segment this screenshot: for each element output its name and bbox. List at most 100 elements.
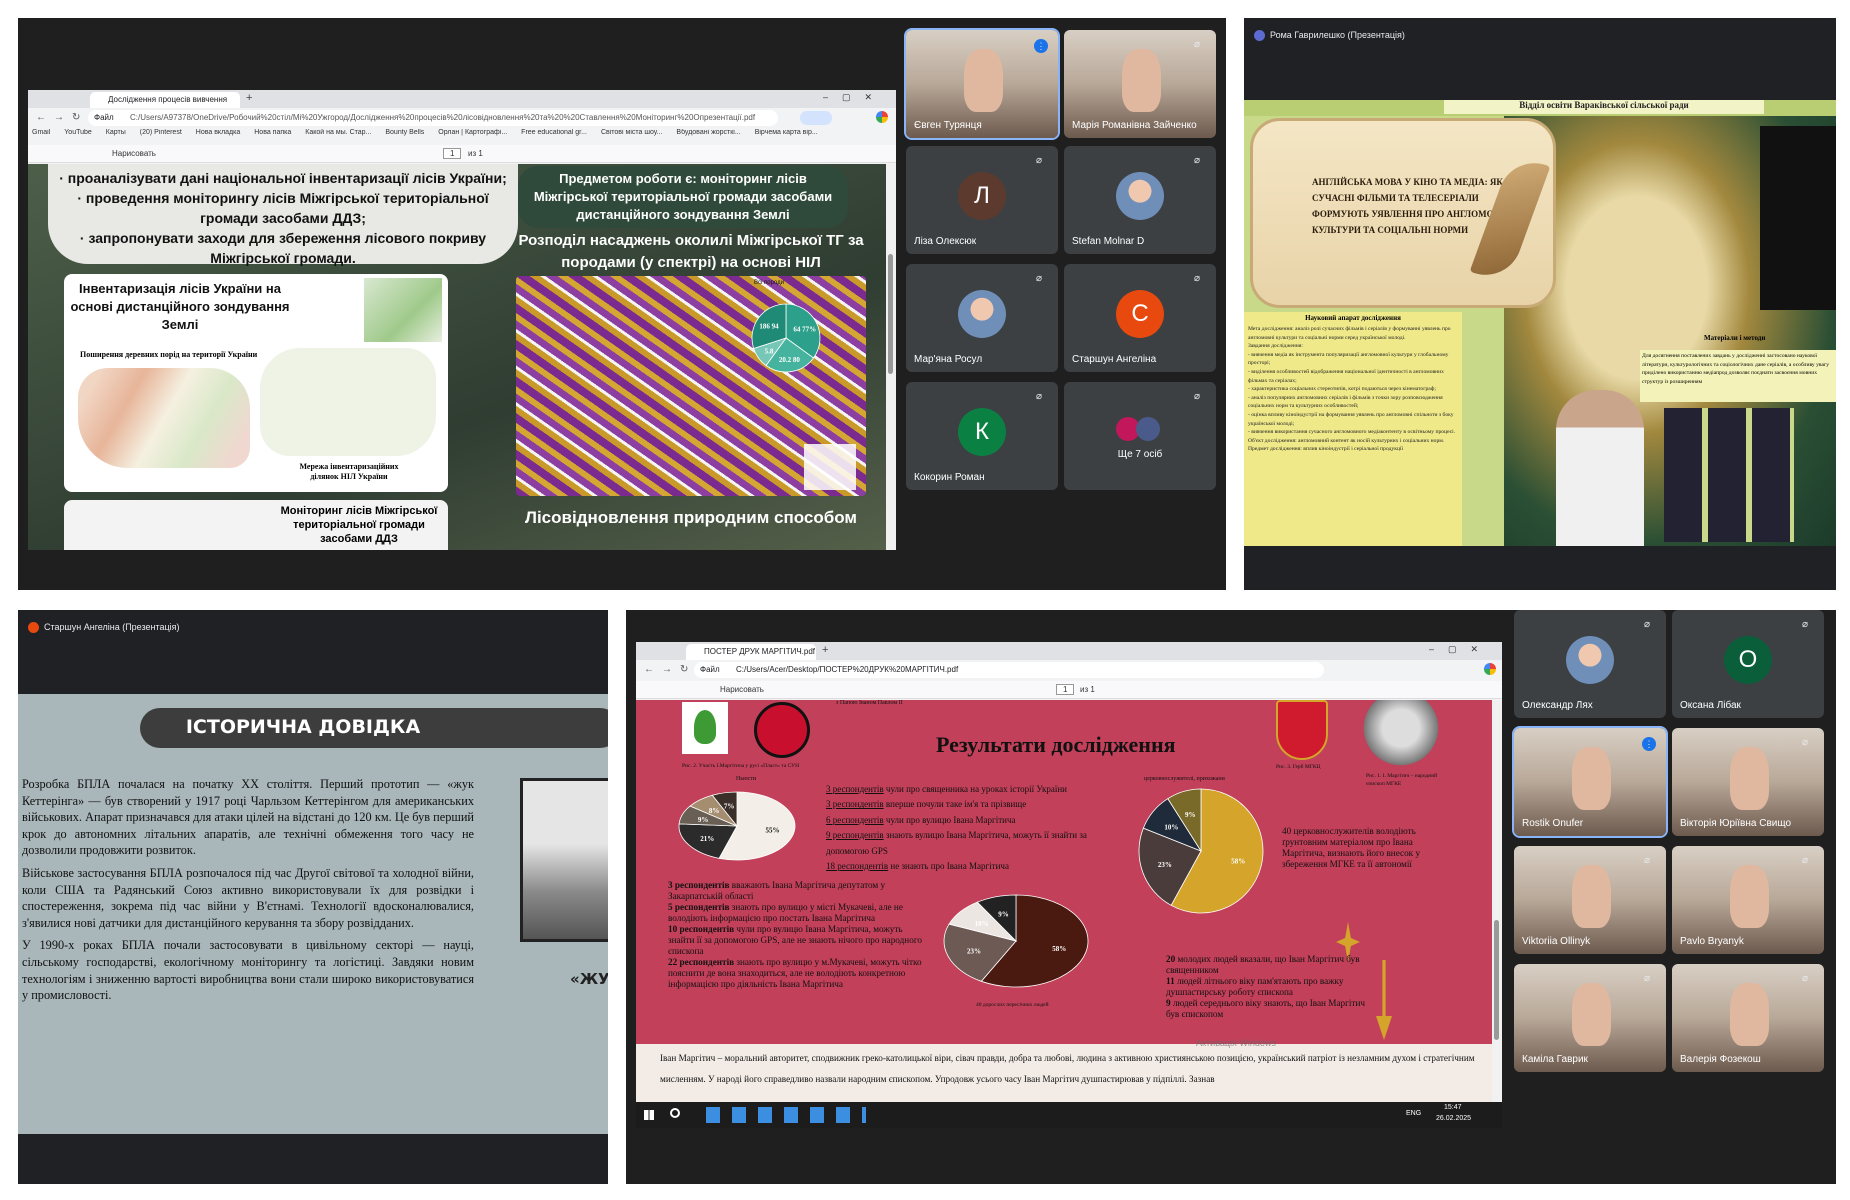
avatar: С	[1116, 290, 1164, 338]
bookmark-item[interactable]: Bounty Bells	[385, 129, 424, 136]
scrollbar[interactable]	[1492, 700, 1502, 1102]
participant-tile[interactable]: О ⌀ Оксана Лібак	[1672, 610, 1824, 718]
participant-tile[interactable]: ⌀ Ще 7 осіб	[1064, 382, 1216, 490]
finding-line: 9 людей середнього віку знають, що Іван …	[1166, 998, 1380, 1020]
finding-count: 20	[1166, 954, 1176, 964]
start-icon[interactable]	[644, 1110, 654, 1120]
participant-tile[interactable]: К ⌀ Кокорин Роман	[906, 382, 1058, 490]
mic-off-icon: ⌀	[1802, 737, 1809, 748]
scrollbar-thumb[interactable]	[1494, 920, 1499, 1040]
taskbar-apps[interactable]	[706, 1107, 866, 1123]
mic-off-icon: ⌀	[1802, 973, 1809, 984]
speaking-icon: ⋮	[1034, 39, 1048, 53]
map-legend	[804, 444, 856, 490]
window-controls[interactable]: –▢✕	[1429, 644, 1492, 655]
address-bar[interactable]: Файл C:/Users/Acer/Desktop/ПОСТЕР%20ДРУК…	[694, 662, 1324, 678]
new-tab-button[interactable]: +	[822, 644, 828, 656]
finding-text: людей середнього віку знають, що Іван Ма…	[1166, 998, 1365, 1019]
draw-tool[interactable]: Нарисовать	[720, 685, 764, 694]
clock-time[interactable]: 15:47	[1444, 1104, 1462, 1111]
kettering-bug-photo	[520, 778, 608, 942]
photo-caption: «ЖУК	[570, 970, 608, 988]
browser-tab[interactable]: Дослідження процесів вивчення	[90, 92, 240, 108]
bookmark-item[interactable]: Світові міста шоу...	[601, 129, 662, 136]
language-indicator[interactable]: ENG	[1406, 1110, 1421, 1117]
participant-face	[1729, 865, 1770, 929]
inventory-card: Інвентаризація лісів України на основі д…	[64, 274, 448, 492]
search-icon[interactable]	[670, 1108, 680, 1118]
clock-date[interactable]: 26.02.2025	[1436, 1115, 1471, 1122]
poster-english: Відділ освіти Вараківської сільської рад…	[1244, 100, 1836, 546]
finding-count: 3 респондентів	[668, 880, 730, 890]
participant-tile[interactable]: ⌀ Мар'яна Росул	[906, 264, 1058, 372]
activation-watermark: Активація Windows	[1196, 1038, 1276, 1048]
finding-text: людей літнього віку пам'ятають про важку…	[1166, 976, 1344, 997]
page-number-input[interactable]: 1	[443, 148, 462, 159]
nav-buttons[interactable]: ←→↻	[644, 664, 696, 675]
scrollbar[interactable]	[886, 164, 896, 550]
new-tab-button[interactable]: +	[246, 92, 252, 104]
page-number-input[interactable]: 1	[1056, 684, 1075, 695]
finding-line: 20 молодих людей вказали, що Іван Маргіт…	[1166, 954, 1380, 976]
participant-tile[interactable]: ⌀ Pavlo Bryanyk	[1672, 846, 1824, 954]
page-count: из 1	[1080, 685, 1095, 694]
task-bullet: · проаналізувати дані національної інвен…	[59, 170, 507, 186]
window-controls[interactable]: –▢✕	[823, 92, 886, 103]
participant-tile[interactable]: ⌀ Вікторія Юріївна Свищо	[1672, 728, 1824, 836]
address-bar[interactable]: Файл C:/Users/A97378/OneDrive/Робочий%20…	[88, 110, 778, 126]
bookmark-item[interactable]: Gmail	[32, 129, 50, 136]
species-pie-label: 5.8	[765, 347, 774, 355]
survey-pie-2-label: 23%	[967, 948, 981, 956]
bookmark-item[interactable]: Нова вкладка	[196, 129, 240, 136]
bookmark-item[interactable]: Free educational gr...	[521, 129, 587, 136]
forest-species-map: 64 77% 20.2 80 5.8 186 94 Всі породи	[516, 276, 866, 496]
avatar	[1566, 636, 1614, 684]
bookmark-item[interactable]: Нова папка	[254, 129, 291, 136]
extensions-icon[interactable]	[1484, 663, 1496, 675]
scrollbar-thumb[interactable]	[888, 254, 893, 374]
participant-tile[interactable]: ⌀ Валерія Фозекош	[1672, 964, 1824, 1072]
nav-buttons[interactable]: ←→↻	[36, 112, 88, 123]
profile-avatar[interactable]	[800, 111, 832, 125]
participant-tile[interactable]: ⌀ Viktoriia Ollinyk	[1514, 846, 1666, 954]
monitoring-card: Моніторинг лісів Міжгірської територіаль…	[64, 500, 448, 550]
history-text: Розробка БПЛА почалася на початку ХХ сто…	[22, 776, 474, 1004]
inventory-title: Інвентаризація лісів України на основі д…	[70, 281, 290, 332]
survey-pie-2-label: 9%	[998, 911, 1009, 919]
bookmark-item[interactable]: Карты	[106, 129, 126, 136]
participant-tile[interactable]: ⋮ Євген Турянця	[904, 28, 1060, 140]
participant-tile[interactable]: Л ⌀ Ліза Олексюк	[906, 146, 1058, 254]
finding-line: 9 респондентів знають вулицю Івана Маргі…	[826, 828, 1096, 859]
bookmark-item[interactable]: Вірчема карта вір...	[755, 129, 818, 136]
bookmark-item[interactable]: (20) Pinterest	[140, 129, 182, 136]
participant-name: Вікторія Юріївна Свищо	[1680, 818, 1792, 829]
participant-tile[interactable]: С ⌀ Старшун Ангеліна	[1064, 264, 1216, 372]
finding-line: 22 респондентів знають про вулицю у м.Му…	[668, 957, 930, 990]
participant-tile[interactable]: ⋮ Rostik Onufer	[1512, 726, 1668, 838]
finding-text: чули про вулицю Івана Маргітича	[883, 814, 1016, 825]
bookmark-item[interactable]: Орлан | Картографі...	[438, 129, 507, 136]
bookmark-item[interactable]: Какой на мы. Стар...	[305, 129, 371, 136]
participant-tile[interactable]: ⌀ Марія Романівна Зайченко	[1064, 30, 1216, 138]
participant-tile[interactable]: ⌀ Stefan Molnar D	[1064, 146, 1216, 254]
map2-caption: Мережа інвентаризаційних ділянок НІЛ Укр…	[299, 462, 399, 481]
summary-box: Іван Маргітич – моральний авторитет, спо…	[636, 1038, 1492, 1102]
right-findings: 20 молодих людей вказали, що Іван Маргіт…	[1166, 954, 1380, 1020]
slide-drones: ІСТОРИЧНА ДОВІДКА Розробка БПЛА почалася…	[18, 694, 608, 1134]
survey-pie-2-label: 10%	[975, 920, 989, 928]
pdf-toolbar: Нарисовать 1 из 1	[28, 145, 896, 163]
survey-pie-1-label: 7%	[724, 802, 735, 810]
bookmark-item[interactable]: Вбудовані жорсткі...	[676, 129, 740, 136]
draw-tool[interactable]: Нарисовать	[112, 149, 156, 158]
windows-taskbar: ENG 15:47 26.02.2025	[636, 1102, 1502, 1128]
avatar: О	[1724, 636, 1772, 684]
paragraph: Розробка БПЛА почалася на початку ХХ сто…	[22, 777, 474, 858]
presentation-panel-drones: Старшун Ангеліна (Презентація) ІСТОРИЧНА…	[18, 610, 608, 1184]
bookmark-item[interactable]: YouTube	[64, 129, 92, 136]
extensions-icon[interactable]	[876, 111, 888, 123]
browser-tab[interactable]: ПОСТЕР ДРУК МАРГІТИЧ.pdf	[686, 644, 816, 660]
participant-tile[interactable]: ⌀ Каміла Гаврик	[1514, 964, 1666, 1072]
participant-tile[interactable]: ⌀ Олександр Лях	[1514, 610, 1666, 718]
finding-line: 5 респондентів знають про вулицю у місті…	[668, 902, 930, 924]
speaking-icon: ⋮	[1642, 737, 1656, 751]
